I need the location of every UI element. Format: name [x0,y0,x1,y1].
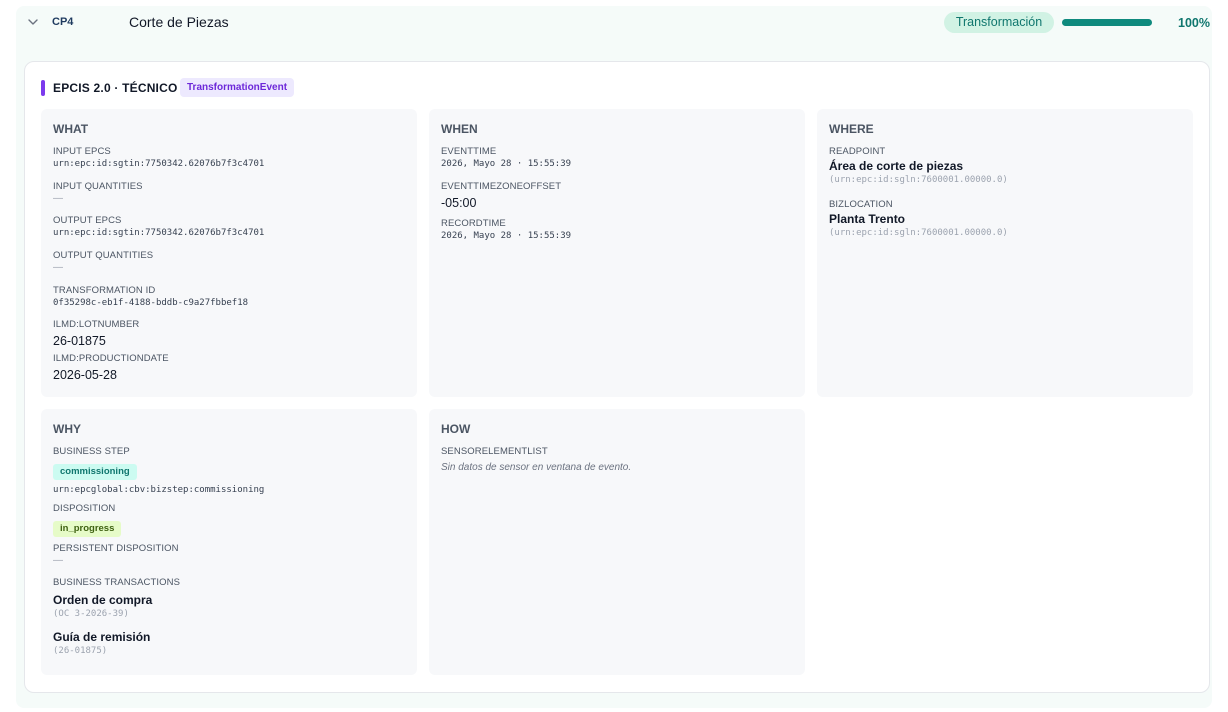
how-heading: HOW [441,422,471,436]
input-epcs-label: INPUT EPCS [53,146,111,157]
stage-row-header[interactable]: CP4 Corte de Piezas Transformación 100% [16,6,1212,40]
output-quantities-value: — [53,262,63,273]
bizlocation-field: BIZLOCATION Planta Trento (urn:epc:id:sg… [829,199,1008,239]
persistent-disposition-label: PERSISTENT DISPOSITION [53,543,179,554]
sensor-list-field: SENSORELEMENTLIST Sin datos de sensor en… [441,446,631,474]
what-heading: WHAT [53,122,89,136]
how-panel: HOW SENSORELEMENTLIST Sin datos de senso… [429,409,805,675]
output-epcs-label: OUTPUT EPCS [53,215,122,226]
stage-code: CP4 [52,16,74,28]
recordtime-value: 2026, Mayo 28 · 15:55:39 [441,231,572,241]
timezone-offset-field: EVENTTIMEZONEOFFSET -05:00 [441,181,561,211]
transaction-1-id: (OC 3-2026-39) [53,609,129,619]
progress-bar [1062,19,1152,26]
business-step-field: BUSINESS STEP commissioning urn:epcgloba… [53,446,264,496]
business-transactions-field: BUSINESS TRANSACTIONS Orden de compra (O… [53,577,180,657]
progress-fill [1062,19,1152,26]
epcis-card: EPCIS 2.0 · TÉCNICO TransformationEvent … [24,61,1210,693]
disposition-label: DISPOSITION [53,503,116,514]
when-heading: WHEN [441,122,478,136]
sensor-list-label: SENSORELEMENTLIST [441,446,548,457]
where-heading: WHERE [829,122,874,136]
where-panel: WHERE READPOINT Área de corte de piezas … [817,109,1193,397]
business-step-urn: urn:epcglobal:cbv:bizstep:commissioning [53,485,265,495]
persistent-disposition-value: — [53,555,63,566]
why-heading: WHY [53,422,81,436]
transaction-1-name: Orden de compra [53,593,153,607]
input-quantities-value: — [53,193,63,204]
disposition-field: DISPOSITION in_progress [53,503,122,537]
disposition-tag: in_progress [53,521,122,537]
why-panel: WHY BUSINESS STEP commissioning urn:epcg… [41,409,417,675]
chevron-down-icon[interactable] [26,15,40,29]
stage-row: CP4 Corte de Piezas Transformación 100% … [16,6,1212,708]
transaction-2-name: Guía de remisión [53,630,151,644]
business-transactions-label: BUSINESS TRANSACTIONS [53,577,181,588]
bizlocation-name: Planta Trento [829,212,906,226]
bizlocation-id: (urn:epc:id:sgln:7600001.00000.0) [829,228,1008,238]
when-panel: WHEN EVENTTIME 2026, Mayo 28 · 15:55:39 … [429,109,805,397]
readpoint-field: READPOINT Área de corte de piezas (urn:e… [829,146,1008,186]
timezone-offset-label: EVENTTIMEZONEOFFSET [441,181,562,192]
readpoint-name: Área de corte de piezas [829,159,964,173]
persistent-disposition-field: PERSISTENT DISPOSITION — [53,543,179,567]
readpoint-id: (urn:epc:id:sgln:7600001.00000.0) [829,175,1008,185]
eventtime-label: EVENTTIME [441,146,497,157]
timezone-offset-value: -05:00 [441,196,477,210]
output-quantities-label: OUTPUT QUANTITIES [53,250,154,261]
lot-number-label: ILMD:LOTNUMBER [53,319,140,330]
input-epcs-field: INPUT EPCS urn:epc:id:sgtin:7750342.6207… [53,146,264,170]
recordtime-field: RECORDTIME 2026, Mayo 28 · 15:55:39 [441,218,571,242]
input-epcs-value: urn:epc:id:sgtin:7750342.62076b7f3c4701 [53,159,265,169]
production-date-label: ILMD:PRODUCTIONDATE [53,353,169,364]
lot-number-value: 26-01875 [53,334,106,348]
stage-type-badge: Transformación [944,12,1054,33]
output-quantities-field: OUTPUT QUANTITIES — [53,250,153,274]
what-panel: WHAT INPUT EPCS urn:epc:id:sgtin:7750342… [41,109,417,397]
bizlocation-label: BIZLOCATION [829,199,893,210]
production-date-value: 2026-05-28 [53,368,117,382]
readpoint-label: READPOINT [829,146,886,157]
stage-name: Corte de Piezas [129,14,229,30]
title-accent-bar [41,80,45,96]
input-quantities-field: INPUT QUANTITIES — [53,181,143,205]
transformation-id-value: 0f35298c-eb1f-4188-bddb-c9a27fbbef18 [53,298,249,308]
production-date-field: ILMD:PRODUCTIONDATE 2026-05-28 [53,353,169,383]
eventtime-field: EVENTTIME 2026, Mayo 28 · 15:55:39 [441,146,571,170]
output-epcs-value: urn:epc:id:sgtin:7750342.62076b7f3c4701 [53,228,265,238]
transformation-id-field: TRANSFORMATION ID 0f35298c-eb1f-4188-bdd… [53,285,248,309]
input-quantities-label: INPUT QUANTITIES [53,181,143,192]
eventtime-value: 2026, Mayo 28 · 15:55:39 [441,159,572,169]
output-epcs-field: OUTPUT EPCS urn:epc:id:sgtin:7750342.620… [53,215,264,239]
sensor-list-empty: Sin datos de sensor en ventana de evento… [441,462,632,473]
recordtime-label: RECORDTIME [441,218,506,229]
business-step-label: BUSINESS STEP [53,446,130,457]
transformation-id-label: TRANSFORMATION ID [53,285,156,296]
progress-percent: 100% [1178,16,1210,30]
card-title: EPCIS 2.0 · TÉCNICO [53,81,178,95]
lot-number-field: ILMD:LOTNUMBER 26-01875 [53,319,139,349]
business-step-tag: commissioning [53,464,137,480]
transaction-2-id: (26-01875) [53,646,108,656]
event-type-badge: TransformationEvent [180,78,295,97]
